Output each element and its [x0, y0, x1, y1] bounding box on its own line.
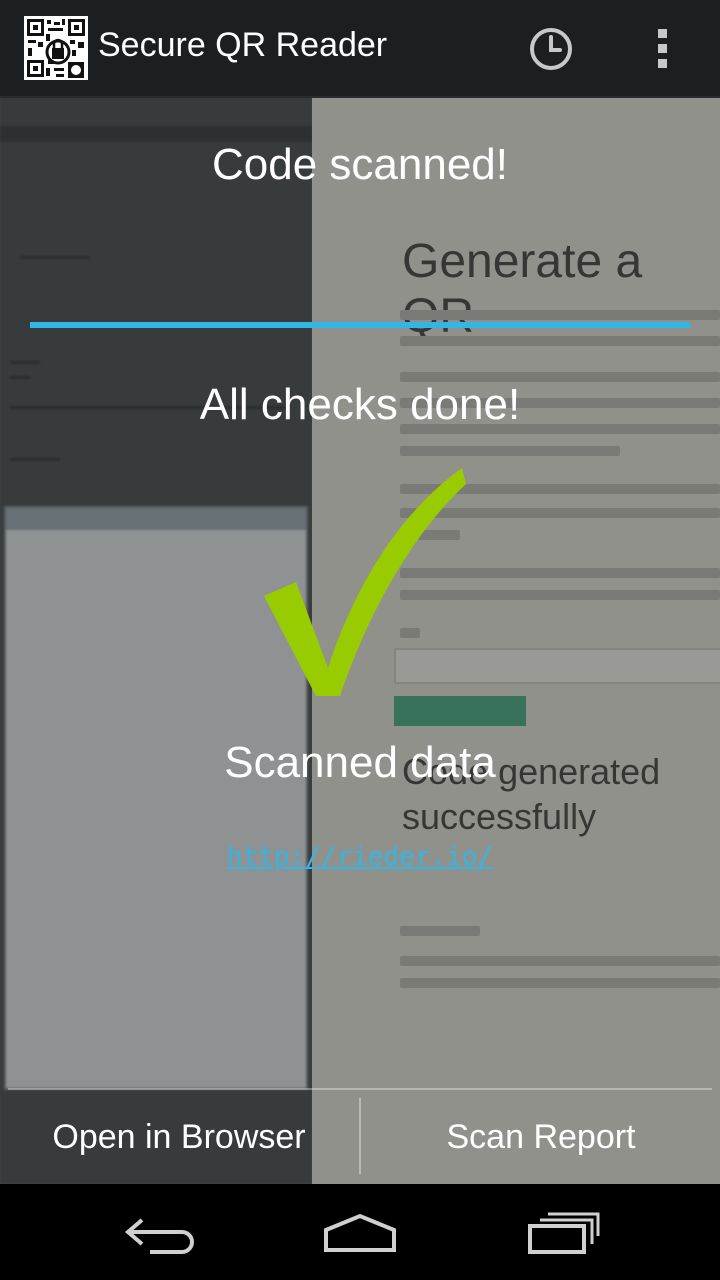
scan-report-button[interactable]: Scan Report — [362, 1090, 720, 1184]
action-bar: Secure QR Reader — [0, 0, 720, 98]
action-button-bar: Open in Browser Scan Report — [0, 1088, 720, 1184]
back-icon[interactable] — [120, 1206, 200, 1258]
open-in-browser-button[interactable]: Open in Browser — [0, 1090, 358, 1184]
home-icon[interactable] — [320, 1206, 400, 1258]
scan-status-title: Code scanned! — [212, 140, 508, 189]
scanned-data-label: Scanned data — [224, 738, 496, 787]
scan-progress-bar — [30, 322, 690, 328]
button-separator — [359, 1098, 361, 1174]
clock-icon[interactable] — [524, 22, 578, 76]
navigation-bar — [0, 1184, 720, 1280]
recents-icon[interactable] — [522, 1206, 602, 1258]
scanned-data-link[interactable]: http://rieder.io/ — [0, 842, 720, 872]
more-vertical-icon[interactable] — [648, 22, 678, 76]
app-title: Secure QR Reader — [98, 26, 388, 64]
checkmark-icon — [262, 462, 468, 698]
qr-code-icon[interactable] — [24, 16, 88, 80]
checks-status-text: All checks done! — [199, 380, 521, 429]
